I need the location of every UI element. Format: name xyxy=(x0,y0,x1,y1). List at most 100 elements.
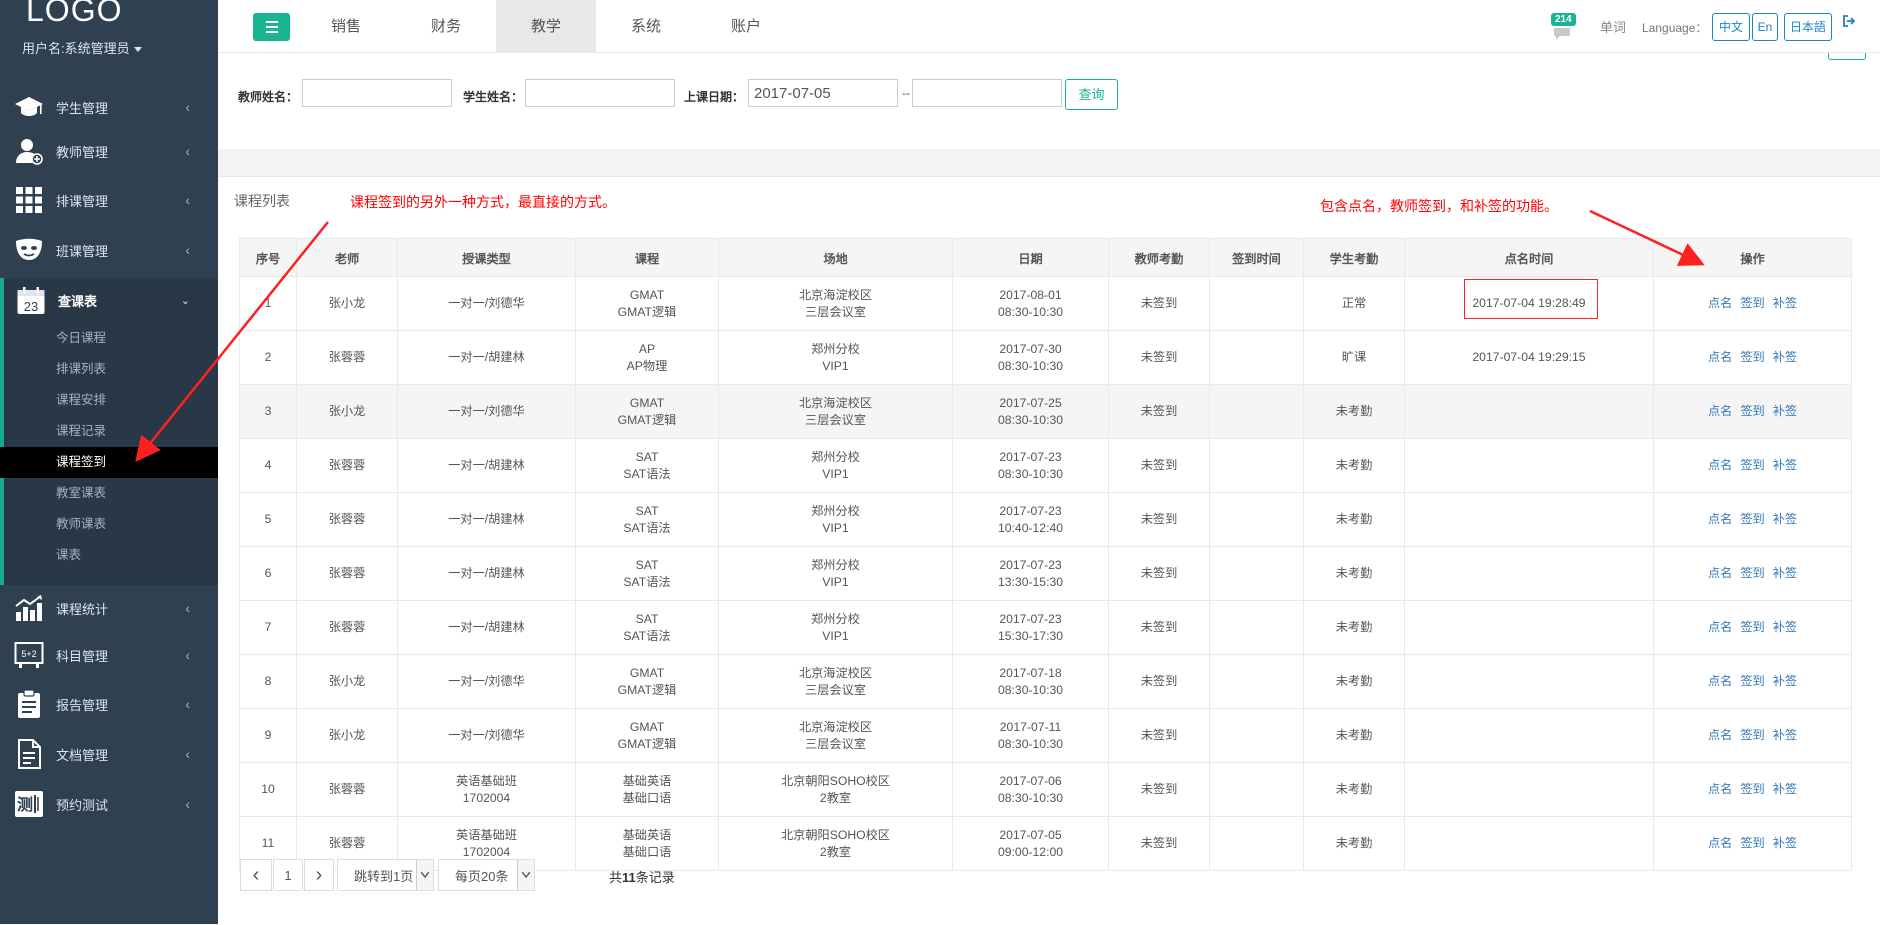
tab-sales[interactable]: 销售 xyxy=(296,0,396,52)
submenu-course-checkin[interactable]: 课程签到 xyxy=(0,447,218,478)
rollcall-link[interactable]: 点名 xyxy=(1708,620,1732,634)
page-number[interactable]: 1 xyxy=(273,859,303,891)
makeup-checkin-link[interactable]: 补签 xyxy=(1773,782,1797,796)
tab-system[interactable]: 系统 xyxy=(596,0,696,52)
makeup-checkin-link[interactable]: 补签 xyxy=(1773,458,1797,472)
menu-label: 课程统计 xyxy=(56,601,109,617)
checkin-link[interactable]: 签到 xyxy=(1740,296,1764,310)
menu-teacher-management[interactable]: 教师管理 ‹ xyxy=(0,129,218,173)
logout-icon[interactable] xyxy=(1842,14,1856,31)
checkin-link[interactable]: 签到 xyxy=(1740,404,1764,418)
cell-course-line: 基础口语 xyxy=(622,844,672,859)
menu-student-management[interactable]: 学生管理 ‹ xyxy=(0,85,218,129)
rollcall-link[interactable]: 点名 xyxy=(1708,512,1732,526)
makeup-checkin-link[interactable]: 补签 xyxy=(1773,566,1797,580)
submenu-schedule-list[interactable]: 排课列表 xyxy=(4,354,218,385)
menu-subject-management[interactable]: 5+2 科目管理 ‹ xyxy=(0,633,218,677)
class-date-label: 上课日期： xyxy=(684,90,745,104)
lang-japanese-button[interactable]: 日本語 xyxy=(1784,13,1832,41)
menu-test-booking[interactable]: 测 预约测试 ‹ xyxy=(0,782,218,826)
makeup-checkin-link[interactable]: 补签 xyxy=(1773,728,1797,742)
makeup-checkin-link[interactable]: 补签 xyxy=(1773,350,1797,364)
cell-sign-time xyxy=(1209,330,1304,385)
rollcall-link[interactable]: 点名 xyxy=(1708,350,1732,364)
date-to-input[interactable] xyxy=(912,79,1062,107)
checkin-link[interactable]: 签到 xyxy=(1740,674,1764,688)
submenu-course-records[interactable]: 课程记录 xyxy=(4,416,218,447)
table-row: 3 张小龙 一对一/刘德华 GMAT GMAT逻辑 北京海淀校区 三层会议室 2017-07-… xyxy=(239,384,1852,439)
rollcall-link[interactable]: 点名 xyxy=(1708,782,1732,796)
menu-report-management[interactable]: 报告管理 ‹ xyxy=(0,682,218,726)
checkin-link[interactable]: 签到 xyxy=(1740,350,1764,364)
makeup-checkin-link[interactable]: 补签 xyxy=(1773,296,1797,310)
user-dropdown[interactable]: 用户名:系统管理员 xyxy=(22,38,142,57)
word-link[interactable]: 单词 xyxy=(1600,17,1626,36)
menu-document-management[interactable]: 文档管理 ‹ xyxy=(0,732,218,776)
checkin-link[interactable]: 签到 xyxy=(1740,620,1764,634)
submenu-course-arrangement[interactable]: 课程安排 xyxy=(4,385,218,416)
submenu-timetable[interactable]: 课表 xyxy=(4,540,218,571)
menu-timetable[interactable]: 23 查课表 ⌄ xyxy=(0,278,218,323)
table-row: 10 张蓉蓉 英语基础班 1702004 基础英语 基础口语 北京朝阳SOHO校区 2教室 20… xyxy=(239,762,1852,817)
date-from-input[interactable] xyxy=(748,79,898,107)
makeup-checkin-link[interactable]: 补签 xyxy=(1773,512,1797,526)
cell-venue: 北京朝阳SOHO校区 2教室 xyxy=(718,762,953,817)
prev-page-button[interactable]: ‹ xyxy=(240,859,272,891)
cell-type: 英语基础班 1702004 xyxy=(397,762,576,817)
lang-english-button[interactable]: En xyxy=(1752,13,1778,41)
cell-actions: 点名 签到 补签 xyxy=(1653,546,1852,601)
teacher-name-input[interactable] xyxy=(302,79,452,107)
rollcall-link[interactable]: 点名 xyxy=(1708,836,1732,850)
rollcall-link[interactable]: 点名 xyxy=(1708,728,1732,742)
cell-course-line: GMAT xyxy=(629,719,665,734)
jump-to-page-select[interactable]: 跳转到1页 xyxy=(337,859,434,891)
cell-date-line: 2017-07-18 xyxy=(999,665,1062,680)
cell-no-line: 3 xyxy=(264,404,272,418)
cell-teacher: 张蓉蓉 xyxy=(296,600,398,655)
checkin-link[interactable]: 签到 xyxy=(1740,512,1764,526)
menu-schedule-management[interactable]: 排课管理 ‹ xyxy=(0,178,218,222)
rollcall-link[interactable]: 点名 xyxy=(1708,674,1732,688)
makeup-checkin-link[interactable]: 补签 xyxy=(1773,836,1797,850)
cell-no-line: 10 xyxy=(261,782,275,796)
menu-label: 班课管理 xyxy=(56,243,109,259)
chevron-left-icon: ‹ xyxy=(185,796,190,812)
next-page-button[interactable]: › xyxy=(304,859,334,891)
per-page-select[interactable]: 每页20条 xyxy=(438,859,535,891)
makeup-checkin-link[interactable]: 补签 xyxy=(1773,404,1797,418)
submenu-teacher-timetable[interactable]: 教师课表 xyxy=(4,509,218,540)
checkin-link[interactable]: 签到 xyxy=(1740,728,1764,742)
menu-course-statistics[interactable]: 课程统计 ‹ xyxy=(0,586,218,630)
submenu-today-courses[interactable]: 今日课程 xyxy=(4,323,218,354)
rollcall-link[interactable]: 点名 xyxy=(1708,458,1732,472)
checkin-link[interactable]: 签到 xyxy=(1740,836,1764,850)
panel-collapse-tab[interactable] xyxy=(1828,53,1866,60)
cell-student-attendance: 未考勤 xyxy=(1303,708,1405,763)
tab-finance[interactable]: 财务 xyxy=(396,0,496,52)
rollcall-link[interactable]: 点名 xyxy=(1708,404,1732,418)
chevron-left-icon: ‹ xyxy=(185,647,190,663)
query-button[interactable]: 查询 xyxy=(1065,79,1118,110)
checkin-link[interactable]: 签到 xyxy=(1740,782,1764,796)
makeup-checkin-link[interactable]: 补签 xyxy=(1773,620,1797,634)
cell-venue: 北京海淀校区 三层会议室 xyxy=(718,384,953,439)
cell-type-line: 一对一/胡建林 xyxy=(448,620,525,634)
tab-teaching[interactable]: 教学 xyxy=(496,0,596,52)
cell-course: 基础英语 基础口语 xyxy=(575,762,719,817)
tab-account[interactable]: 账户 xyxy=(696,0,796,52)
lang-chinese-button[interactable]: 中文 xyxy=(1712,13,1750,41)
cell-teacher: 张蓉蓉 xyxy=(296,330,398,385)
table-header: 序号 老师 授课类型 课程 场地 日期 教师考勤 签到时间 学生考勤 点名时间 … xyxy=(239,238,1852,277)
rollcall-link[interactable]: 点名 xyxy=(1708,566,1732,580)
student-name-input[interactable] xyxy=(525,79,675,107)
menu-toggle-button[interactable] xyxy=(253,13,290,41)
makeup-checkin-link[interactable]: 补签 xyxy=(1773,674,1797,688)
cell-venue-line: VIP1 xyxy=(822,466,849,481)
checkin-link[interactable]: 签到 xyxy=(1740,458,1764,472)
menu-label: 文档管理 xyxy=(56,747,109,763)
checkin-link[interactable]: 签到 xyxy=(1740,566,1764,580)
rollcall-link[interactable]: 点名 xyxy=(1708,296,1732,310)
cell-type: 一对一/刘德华 xyxy=(397,654,576,709)
submenu-classroom-timetable[interactable]: 教室课表 xyxy=(4,478,218,509)
menu-class-management[interactable]: 班课管理 ‹ xyxy=(0,228,218,272)
